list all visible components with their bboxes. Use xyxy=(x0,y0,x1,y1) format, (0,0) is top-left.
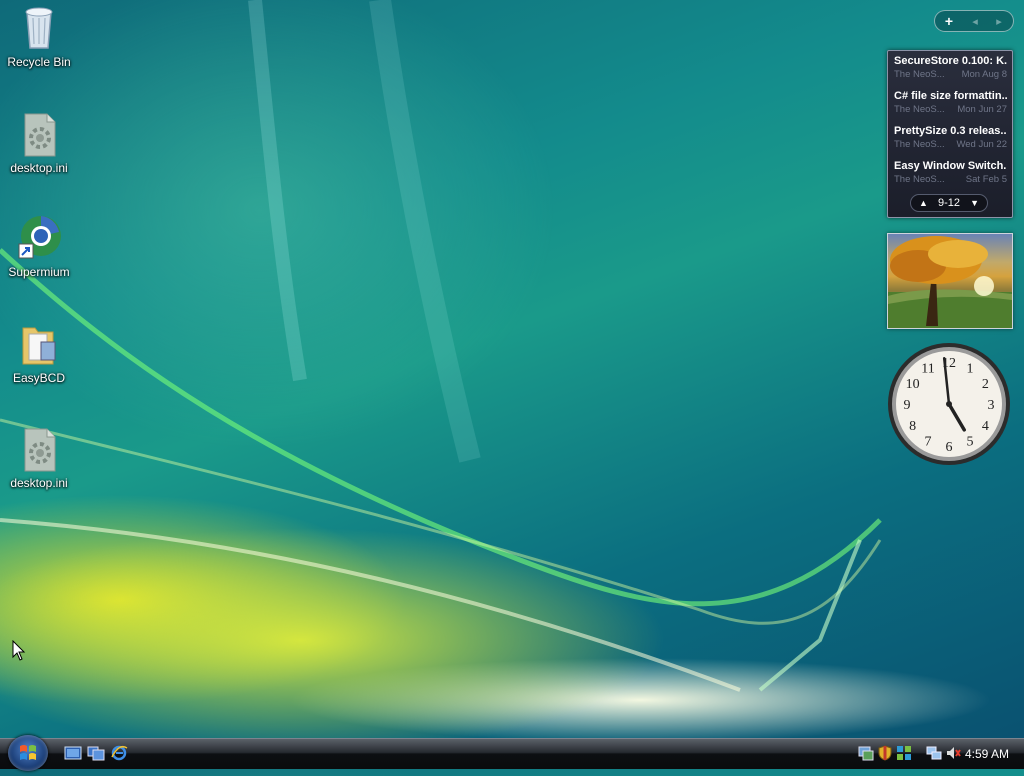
security-shield-icon[interactable] xyxy=(877,745,893,761)
analog-clock-face: 12 1234567891011 xyxy=(888,343,1010,465)
feed-item[interactable]: PrettySize 0.3 releas... The NeoS... Wed … xyxy=(888,121,1012,156)
clock-number: 1 xyxy=(967,362,974,377)
feed-headlines-gadget: SecureStore 0.100: K... The NeoS... Mon A… xyxy=(887,50,1013,218)
desktop-icon-recycle-bin[interactable]: Recycle Bin xyxy=(0,4,78,69)
internet-explorer-icon[interactable] xyxy=(110,745,128,761)
feed-prev-page-icon[interactable]: ▲ xyxy=(919,198,928,208)
settings-file-icon xyxy=(17,110,61,158)
desktop-icon-desktop-ini-1[interactable]: desktop.ini xyxy=(0,110,78,175)
volume-muted-icon[interactable] xyxy=(945,745,961,761)
desktop-icon-desktop-ini-2[interactable]: desktop.ini xyxy=(0,425,78,490)
recycle-bin-icon xyxy=(17,4,61,52)
switch-windows-icon[interactable] xyxy=(87,745,105,761)
desktop-icon-label: Supermium xyxy=(8,265,70,279)
feed-item-title: C# file size formattin... xyxy=(894,90,1007,102)
clock-gadget[interactable]: 12 1 2 3 4 5 6 7 8 9 10 11 xyxy=(886,341,1012,467)
feed-item-title: PrettySize 0.3 releas... xyxy=(894,125,1007,137)
desktop-icon-label: Recycle Bin xyxy=(7,55,71,69)
feed-item-source: The NeoS... xyxy=(894,104,945,115)
network-icon[interactable] xyxy=(926,745,942,761)
feed-item[interactable]: Easy Window Switch... The NeoS... Sat Feb… xyxy=(888,156,1012,191)
feed-item[interactable]: C# file size formattin... The NeoS... Mon… xyxy=(888,86,1012,121)
desktop-icon-label: desktop.ini xyxy=(10,476,68,490)
start-button[interactable] xyxy=(8,735,48,771)
taskbar-clock[interactable]: 4:59 AM xyxy=(965,747,1009,761)
settings-file-icon xyxy=(17,425,61,473)
clock-number: 8 xyxy=(909,419,916,434)
clock-number: 7 xyxy=(925,434,932,449)
slideshow-gadget[interactable] xyxy=(887,233,1013,329)
feed-pager: ▲ 9-12 ▼ xyxy=(910,194,988,212)
clock-number: 9 xyxy=(904,398,911,413)
desktop-icon-label: desktop.ini xyxy=(10,161,68,175)
feed-next-page-icon[interactable]: ▼ xyxy=(970,198,979,208)
clock-number: 10 xyxy=(906,377,920,392)
sidebar-controls: + ◂ ▸ xyxy=(934,10,1014,32)
desktop: Recycle Bin desktop.ini Supermium EasyBC… xyxy=(0,0,1024,738)
feed-item-source: The NeoS... xyxy=(894,174,945,185)
sidebar-prev-button[interactable]: ◂ xyxy=(963,15,987,28)
clock-number: 11 xyxy=(921,362,934,377)
clock-number: 3 xyxy=(988,398,995,413)
show-desktop-icon[interactable] xyxy=(64,745,82,761)
feed-page-range: 9-12 xyxy=(937,197,961,209)
sidebar-next-button[interactable]: ▸ xyxy=(987,15,1011,28)
wallpaper-rays xyxy=(0,0,882,692)
feed-item-date: Mon Jun 27 xyxy=(957,104,1007,115)
windows-logo-icon xyxy=(20,745,36,760)
desktop-icon-supermium[interactable]: Supermium xyxy=(0,214,78,279)
clock-number: 5 xyxy=(967,434,974,449)
taskbar: 4:59 AM xyxy=(0,735,1024,771)
clock-number: 4 xyxy=(982,419,989,434)
folder-icon xyxy=(17,320,61,368)
feed-item-date: Mon Aug 8 xyxy=(961,69,1007,80)
desktop-icon-label: EasyBCD xyxy=(12,371,65,385)
system-tray: 4:59 AM xyxy=(852,739,1024,769)
desktop-icon-easybcd[interactable]: EasyBCD xyxy=(0,320,78,385)
add-gadget-button[interactable]: + xyxy=(935,13,963,29)
feed-item-source: The NeoS... xyxy=(894,139,945,150)
browser-icon xyxy=(17,214,61,262)
clock-number: 2 xyxy=(982,377,989,392)
feed-item-title: SecureStore 0.100: K... xyxy=(894,55,1007,67)
clock-number: 6 xyxy=(946,440,953,455)
slideshow-photo xyxy=(888,236,1012,328)
feed-item-date: Sat Feb 5 xyxy=(965,174,1007,185)
feed-item-title: Easy Window Switch... xyxy=(894,160,1007,172)
network-status-icon[interactable] xyxy=(858,745,874,761)
feed-item-source: The NeoS... xyxy=(894,69,945,80)
feed-item[interactable]: SecureStore 0.100: K... The NeoS... Mon A… xyxy=(888,51,1012,86)
windows-update-icon[interactable] xyxy=(896,745,912,761)
feed-item-date: Wed Jun 22 xyxy=(956,139,1007,150)
mouse-cursor-icon xyxy=(12,640,26,661)
